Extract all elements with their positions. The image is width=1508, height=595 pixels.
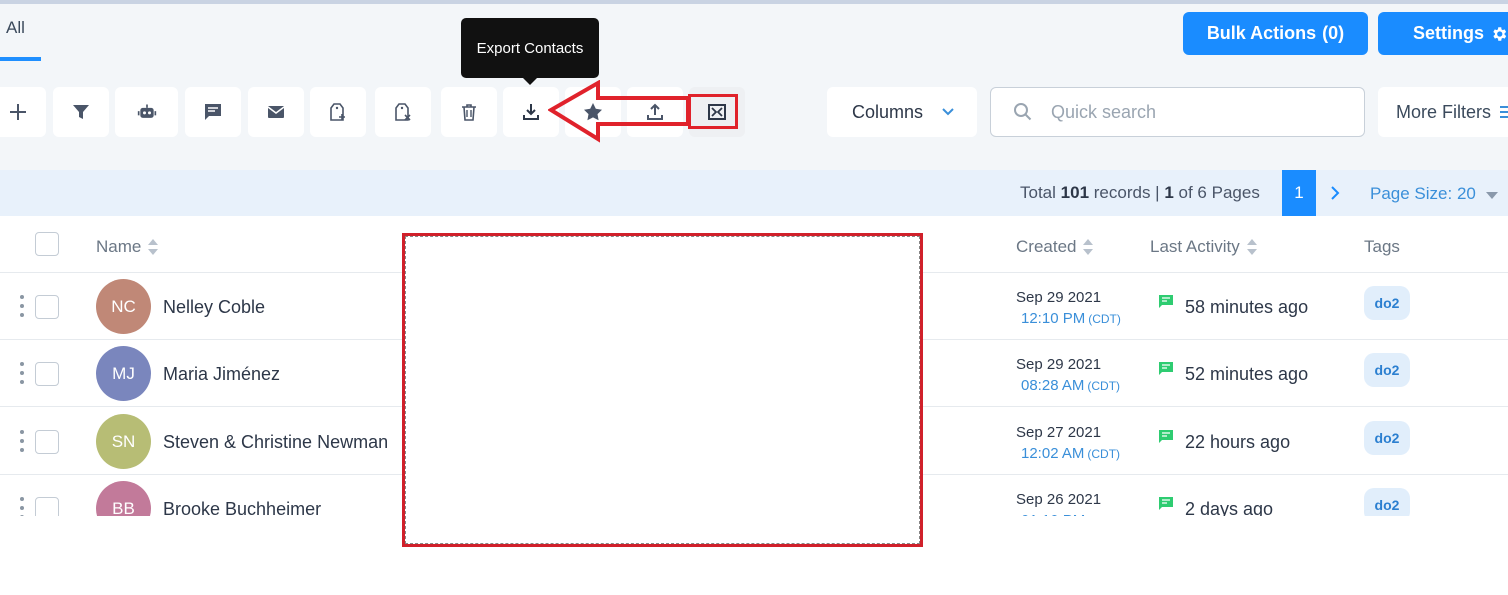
redaction-box <box>402 233 923 547</box>
last-activity-text: 58 minutes ago <box>1185 297 1309 317</box>
sort-icon <box>1083 239 1094 255</box>
tooltip-caret <box>522 77 538 85</box>
quick-search-input[interactable] <box>1051 101 1331 123</box>
search-icon <box>1014 103 1032 121</box>
plus-icon <box>10 104 26 120</box>
created-time: 01:10 PM(CDT) <box>1021 512 1121 516</box>
tag-remove-icon <box>395 103 411 121</box>
message-icon <box>205 104 221 120</box>
tag-badge[interactable]: do2 <box>1364 488 1410 516</box>
trash-icon <box>462 104 476 121</box>
last-activity-text: 22 hours ago <box>1185 432 1291 452</box>
bulk-actions-count: (0) <box>1322 23 1345 43</box>
export-contacts-tooltip: Export Contacts <box>461 18 599 78</box>
select-all-checkbox[interactable] <box>35 232 59 256</box>
more-filters-label: More Filters <box>1396 101 1492 122</box>
contact-name[interactable]: Steven & Christine Newman <box>163 432 388 453</box>
column-header-last-activity[interactable]: Last Activity <box>1150 237 1258 257</box>
columns-dropdown[interactable]: Columns <box>827 87 977 137</box>
column-header-tags: Tags <box>1364 237 1400 256</box>
row-checkbox[interactable] <box>35 295 59 319</box>
last-activity-text: 52 minutes ago <box>1185 364 1309 384</box>
remove-tag-button[interactable] <box>375 87 431 137</box>
bulk-actions-button[interactable]: Bulk Actions (0) <box>1183 12 1368 55</box>
sort-icon <box>1246 239 1257 255</box>
next-page-button[interactable] <box>1326 182 1344 204</box>
created-date: Sep 29 2021 <box>1016 356 1102 373</box>
column-header-name[interactable]: Name <box>96 237 159 257</box>
caret-down-icon[interactable] <box>1486 192 1498 199</box>
row-checkbox[interactable] <box>35 430 59 454</box>
row-menu-icon[interactable] <box>19 362 25 384</box>
chevron-down-icon <box>942 108 954 116</box>
header-bar: All Bulk Actions (0) Settings <box>0 4 1508 61</box>
avatar[interactable]: NC <box>96 279 151 334</box>
delete-button[interactable] <box>441 87 497 137</box>
last-activity-text: 2 days ago <box>1185 499 1274 516</box>
contact-name[interactable]: Brooke Buchheimer <box>163 499 321 516</box>
list-icon <box>1500 106 1508 118</box>
pagination-bar: Total 101 records | 1 of 6 Pages 1 Page … <box>0 170 1508 216</box>
filter-icon <box>73 105 89 119</box>
tag-badge[interactable]: do2 <box>1364 353 1410 387</box>
chevron-right-icon <box>1331 186 1340 200</box>
toolbar: Export Contacts Columns More Filters <box>0 18 1508 170</box>
workflow-button[interactable] <box>115 87 178 137</box>
gear-icon <box>1493 26 1507 41</box>
column-header-created[interactable]: Created <box>1016 237 1094 257</box>
row-checkbox[interactable] <box>35 497 59 516</box>
row-menu-icon[interactable] <box>19 295 25 317</box>
settings-label: Settings <box>1413 23 1485 43</box>
email-icon <box>267 106 285 118</box>
settings-button[interactable]: Settings <box>1378 12 1508 55</box>
current-page-number: 1 <box>1164 183 1174 202</box>
tag-badge[interactable]: do2 <box>1364 421 1410 455</box>
tag-badge[interactable]: do2 <box>1364 286 1410 320</box>
export-icon <box>523 104 539 120</box>
tab-all[interactable]: All <box>6 18 25 38</box>
row-menu-icon[interactable] <box>19 497 25 516</box>
message-icon <box>1159 497 1173 510</box>
created-time: 08:28 AM (CDT) <box>1021 377 1121 394</box>
contact-name[interactable]: Nelley Coble <box>163 297 265 318</box>
sort-icon <box>148 239 159 255</box>
created-date: Sep 29 2021 <box>1016 289 1102 306</box>
avatar[interactable]: MJ <box>96 346 151 401</box>
row-menu-icon[interactable] <box>19 430 25 452</box>
avatar[interactable]: SN <box>96 414 151 469</box>
robot-icon <box>137 104 156 118</box>
quick-search-field[interactable] <box>990 87 1365 137</box>
add-contact-button[interactable] <box>0 87 46 137</box>
add-tag-button[interactable] <box>310 87 366 137</box>
row-checkbox[interactable] <box>35 362 59 386</box>
message-icon <box>1159 362 1173 375</box>
total-records-count: 101 <box>1060 183 1090 202</box>
send-sms-button[interactable] <box>185 87 241 137</box>
columns-label: Columns <box>852 101 924 122</box>
send-email-button[interactable] <box>248 87 304 137</box>
avatar[interactable]: BB <box>96 481 151 516</box>
message-icon <box>1159 430 1173 443</box>
more-filters-button[interactable]: More Filters <box>1378 87 1508 137</box>
created-date: Sep 26 2021 <box>1016 491 1102 508</box>
bulk-actions-label: Bulk Actions <box>1206 23 1317 43</box>
page-1-button[interactable]: 1 <box>1282 170 1316 216</box>
annotation-arrow <box>548 80 690 143</box>
contact-name[interactable]: Maria Jiménez <box>163 364 280 385</box>
annotation-highlight-box <box>688 94 738 129</box>
created-date: Sep 27 2021 <box>1016 424 1102 441</box>
created-time: 12:02 AM (CDT) <box>1021 445 1121 462</box>
page-size-select[interactable]: Page Size: 20 <box>1370 184 1476 204</box>
filter-button[interactable] <box>53 87 109 137</box>
message-icon <box>1159 295 1173 308</box>
created-time: 12:10 PM (CDT) <box>1021 310 1121 327</box>
tag-add-icon <box>330 103 345 121</box>
total-records-text: Total 101 records | 1 of 6 Pages <box>1020 183 1260 202</box>
